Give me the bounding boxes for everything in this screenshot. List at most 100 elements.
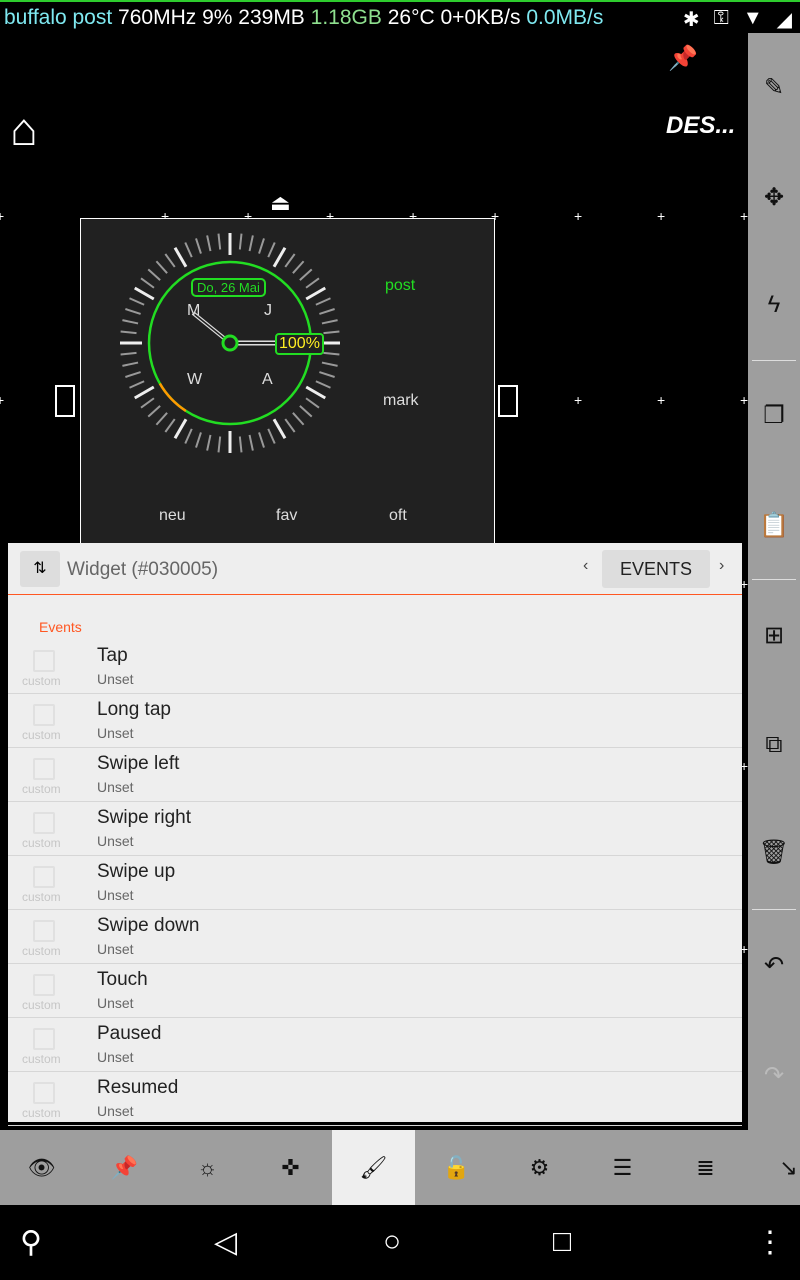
brush-icon[interactable]: 🖌 (332, 1130, 415, 1205)
wifi-icon: ▼ (742, 7, 763, 29)
tick-mark (319, 371, 335, 378)
settings-icon[interactable]: ⚙ (498, 1130, 581, 1205)
sort-button[interactable]: ⇅ (20, 551, 60, 587)
label-neu[interactable]: neu (159, 507, 186, 525)
label-oft[interactable]: oft (389, 507, 407, 525)
delete-icon[interactable]: 🗑 (748, 838, 800, 867)
flash-icon[interactable]: ϟ (748, 291, 800, 319)
tab-events[interactable]: EVENTS (602, 550, 710, 588)
label-post[interactable]: post (385, 277, 415, 295)
resize-handle-left[interactable] (55, 385, 75, 417)
tick-mark (323, 330, 340, 335)
custom-checkbox[interactable] (33, 974, 55, 996)
status-cpu: 760MHz 9% (118, 6, 233, 29)
tick-mark (155, 412, 168, 426)
paste-icon[interactable]: 📋 (748, 511, 800, 540)
event-value: Unset (97, 725, 134, 741)
edit-icon[interactable]: ✎ (748, 73, 800, 102)
nav-menu-icon[interactable]: ⋮ (755, 1225, 785, 1260)
custom-checkbox[interactable] (33, 920, 55, 942)
tick-mark (125, 371, 141, 378)
letter-a: A (262, 371, 273, 388)
custom-checkbox[interactable] (33, 758, 55, 780)
tick-mark (140, 277, 155, 289)
tick-mark (173, 246, 188, 268)
prev-tab-icon[interactable]: ‹ (583, 557, 588, 575)
tick-mark (147, 268, 161, 281)
grid-marker: + (740, 392, 749, 408)
event-name: Tap (97, 645, 128, 666)
tick-mark (292, 260, 305, 274)
add-multiple-icon[interactable]: ⧉ (748, 731, 800, 759)
custom-checkbox[interactable] (33, 812, 55, 834)
event-row[interactable]: custom Tap Unset (8, 640, 742, 694)
tick-mark (129, 380, 145, 389)
copy-icon[interactable]: ❐ (748, 401, 800, 430)
brightness-icon[interactable]: ☼ (166, 1130, 249, 1205)
tick-mark (299, 405, 313, 418)
event-row[interactable]: custom Resumed Unset (8, 1072, 742, 1126)
clock-center (221, 334, 239, 352)
date-badge: Do, 26 Mai (191, 278, 266, 297)
status-net: 0+0KB/s (440, 6, 521, 29)
home-icon[interactable]: ⌂ (10, 102, 38, 156)
undo-icon[interactable]: ↶ (748, 951, 800, 980)
event-row[interactable]: custom Paused Unset (8, 1018, 742, 1072)
status-app: buffalo post (4, 6, 113, 29)
resize-handle-right[interactable] (498, 385, 518, 417)
event-row[interactable]: custom Swipe down Unset (8, 910, 742, 964)
tune-icon[interactable]: ☰ (581, 1130, 664, 1205)
tick-mark (133, 286, 155, 301)
event-name: Swipe down (97, 915, 200, 936)
navigation-bar: ⚲ ◁ ○ □ ⋮ (0, 1205, 800, 1280)
tick-mark (258, 432, 265, 448)
custom-checkbox[interactable] (33, 1082, 55, 1104)
vpn-key-icon: ⚿ (713, 7, 729, 29)
properties-panel: ⇅ Widget (#030005) ‹ EVENTS › Events cus… (8, 543, 742, 1126)
redo-icon[interactable]: ↷ (748, 1061, 800, 1090)
event-row[interactable]: custom Long tap Unset (8, 694, 742, 748)
custom-checkbox[interactable] (33, 650, 55, 672)
pin-icon[interactable]: 📌 (83, 1130, 166, 1205)
add-icon[interactable]: ⊞ (748, 621, 800, 650)
tick-mark (129, 297, 145, 306)
list-icon[interactable]: ≣ (664, 1130, 747, 1205)
tick-mark (122, 361, 139, 367)
lock-icon[interactable]: 🔓 (415, 1130, 498, 1205)
event-row[interactable]: custom Swipe up Unset (8, 856, 742, 910)
resize-icon[interactable]: ↘ (747, 1130, 800, 1205)
custom-checkbox[interactable] (33, 1028, 55, 1050)
pin-icon[interactable]: 📌 (668, 44, 698, 73)
gamepad-icon[interactable]: ✜ (249, 1130, 332, 1205)
tick-mark (284, 253, 296, 268)
label-fav[interactable]: fav (276, 507, 297, 525)
next-tab-icon[interactable]: › (719, 557, 724, 575)
tick-mark (217, 233, 222, 250)
eye-icon[interactable]: 👁 (0, 1130, 83, 1205)
custom-checkbox[interactable] (33, 866, 55, 888)
event-value: Unset (97, 779, 134, 795)
event-row[interactable]: custom Touch Unset (8, 964, 742, 1018)
nav-recents-icon[interactable]: □ (553, 1225, 571, 1259)
tick-mark (120, 330, 137, 335)
event-value: Unset (97, 995, 134, 1011)
custom-label: custom (22, 836, 61, 850)
tick-mark (238, 436, 243, 453)
nav-back-icon[interactable]: ◁ (214, 1225, 237, 1260)
event-row[interactable]: custom Swipe left Unset (8, 748, 742, 802)
tick-mark (284, 418, 296, 433)
battery-badge: 100% (275, 333, 324, 355)
resize-handle-top[interactable]: ⏏ (270, 190, 291, 216)
label-mark[interactable]: mark (383, 392, 419, 410)
nav-search-icon[interactable]: ⚲ (20, 1225, 42, 1260)
sidebar-divider (752, 579, 796, 580)
nav-home-icon[interactable]: ○ (383, 1225, 401, 1259)
event-row[interactable]: custom Swipe right Unset (8, 802, 742, 856)
tick-mark (195, 238, 202, 254)
tick-mark (299, 268, 313, 281)
tick-mark (184, 428, 193, 444)
clock-widget[interactable]: Do, 26 Mai 100% M J W A post mark neu fa… (80, 218, 495, 548)
custom-checkbox[interactable] (33, 704, 55, 726)
tick-mark (292, 412, 305, 426)
move-icon[interactable]: ✥ (748, 183, 800, 212)
